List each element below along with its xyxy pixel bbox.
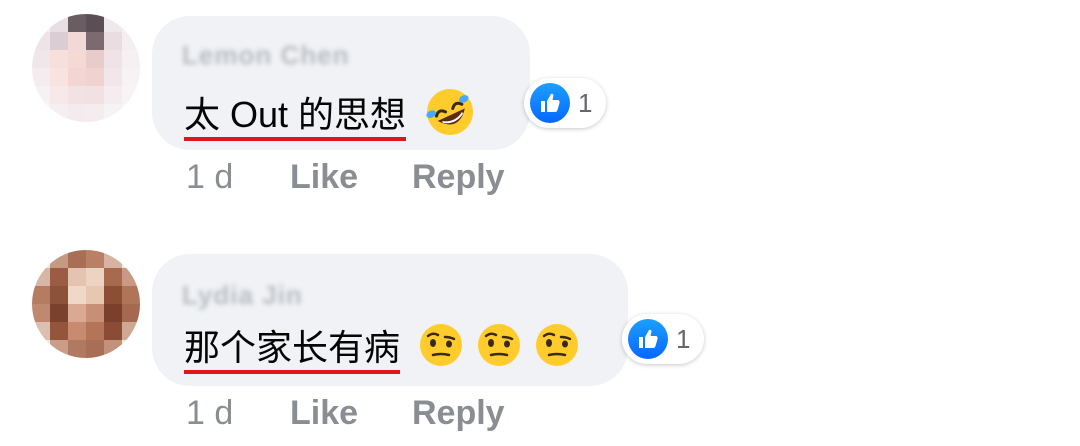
author-name[interactable]: Lemon Chen (182, 40, 349, 70)
face-with-raised-eyebrow-emoji (418, 322, 464, 378)
thumbs-up-icon (530, 83, 570, 123)
face-with-raised-eyebrow-emoji (534, 322, 580, 378)
comment-text: 太 Out 的思想 (184, 86, 476, 148)
avatar[interactable] (32, 250, 140, 358)
reaction-badge[interactable]: 1 (622, 314, 705, 364)
comment-text-body: 太 Out 的思想 (184, 93, 407, 141)
avatar[interactable] (32, 14, 140, 122)
reaction-badge[interactable]: 1 (524, 78, 607, 128)
comment-text: 那个家长有病 (184, 322, 580, 378)
like-button[interactable]: Like (290, 158, 358, 197)
like-button[interactable]: Like (290, 394, 358, 433)
timestamp[interactable]: 1 d (186, 394, 233, 433)
timestamp[interactable]: 1 d (186, 158, 233, 197)
thumbs-up-icon (628, 319, 668, 359)
comment-bubble[interactable]: Lydia Jin 那个家长有病 (152, 254, 628, 386)
reaction-count: 1 (676, 323, 691, 354)
reaction-count: 1 (578, 87, 593, 118)
comment-bubble[interactable]: Lemon Chen 太 Out 的思想 (152, 16, 530, 150)
author-name[interactable]: Lydia Jin (182, 280, 303, 310)
rolling-on-floor-laughing-emoji (424, 86, 476, 148)
face-with-raised-eyebrow-emoji (476, 322, 522, 378)
reply-button[interactable]: Reply (412, 394, 505, 433)
comment-text-body: 那个家长有病 (184, 326, 401, 374)
reply-button[interactable]: Reply (412, 158, 505, 197)
